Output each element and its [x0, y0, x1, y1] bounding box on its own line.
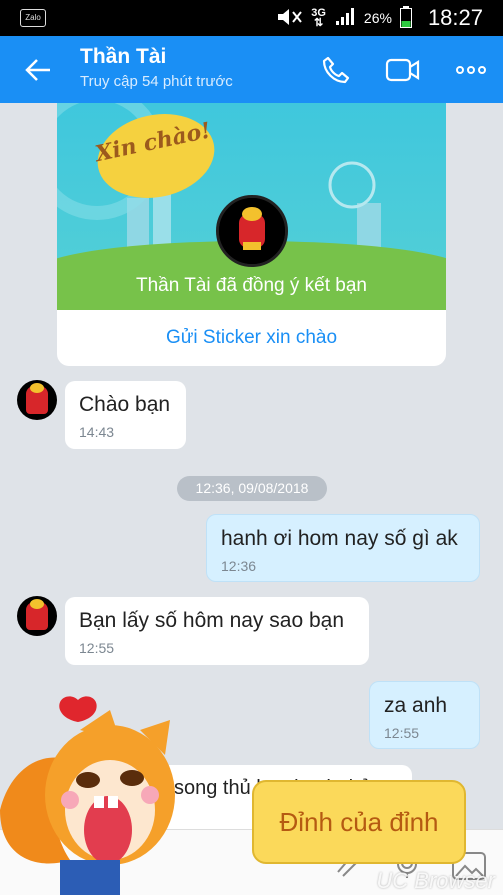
date-divider: 12:36, 09/08/2018	[177, 476, 327, 501]
message-bubble-outgoing[interactable]: hanh ơi hom nay số gì ak 12:36	[206, 514, 480, 582]
clock: 18:27	[427, 5, 483, 30]
message-bubble-incoming[interactable]: Bạn lấy số hôm nay sao bạn 12:55	[65, 597, 369, 665]
greeting-banner: Xin chào! Thần Tài đã đồng ý kết bạn	[57, 103, 446, 310]
message-text: za anh	[384, 694, 448, 717]
status-right: 3G ⇅ 26% 18:27	[275, 0, 483, 36]
message-time: 12:55	[79, 640, 115, 656]
video-call-icon[interactable]	[385, 54, 420, 86]
friend-accepted-card: Xin chào! Thần Tài đã đồng ý kết bạn Gửi…	[57, 103, 446, 366]
message-time: 14:43	[79, 424, 115, 440]
zalo-app-icon: Zalo	[20, 9, 46, 27]
message-text: hanh ơi hom nay số gì ak	[221, 527, 458, 550]
network-type: 3G ⇅	[311, 7, 326, 29]
send-greeting-sticker-link[interactable]: Gửi Sticker xin chào	[57, 310, 446, 366]
message-time: 12:36	[221, 558, 257, 574]
message-bubble-incoming[interactable]: Chào bạn 14:43	[65, 381, 186, 449]
signal-icon	[334, 7, 356, 30]
message-text: Bạn lấy số hôm nay sao bạn	[79, 609, 345, 632]
message-time: 12:55	[384, 725, 420, 741]
status-bar: Zalo 3G ⇅ 26% 18:27	[0, 0, 503, 36]
contact-avatar-large[interactable]	[216, 195, 288, 267]
mute-icon	[275, 7, 303, 30]
battery-icon	[399, 5, 412, 31]
battery-percent: 26%	[363, 10, 392, 26]
squirrel-mascot-sticker	[0, 690, 200, 895]
message-text: Chào bạn	[79, 393, 171, 416]
contact-avatar[interactable]	[17, 596, 57, 636]
contact-name[interactable]: Thần Tài	[80, 45, 166, 69]
last-seen-status: Truy cập 54 phút trước	[80, 73, 233, 90]
phone-icon[interactable]	[320, 54, 352, 86]
message-bubble-outgoing[interactable]: za anh 12:55	[369, 681, 480, 749]
contact-avatar[interactable]	[17, 380, 57, 420]
mascot-speech-bubble: Đỉnh của đỉnh	[252, 780, 466, 864]
back-arrow-icon[interactable]	[24, 56, 52, 84]
more-options-icon[interactable]	[455, 54, 487, 86]
friend-accepted-text: Thần Tài đã đồng ý kết bạn	[136, 275, 367, 296]
uc-browser-watermark: UC Browser	[376, 868, 495, 893]
chat-header: Thần Tài Truy cập 54 phút trước	[0, 36, 503, 103]
